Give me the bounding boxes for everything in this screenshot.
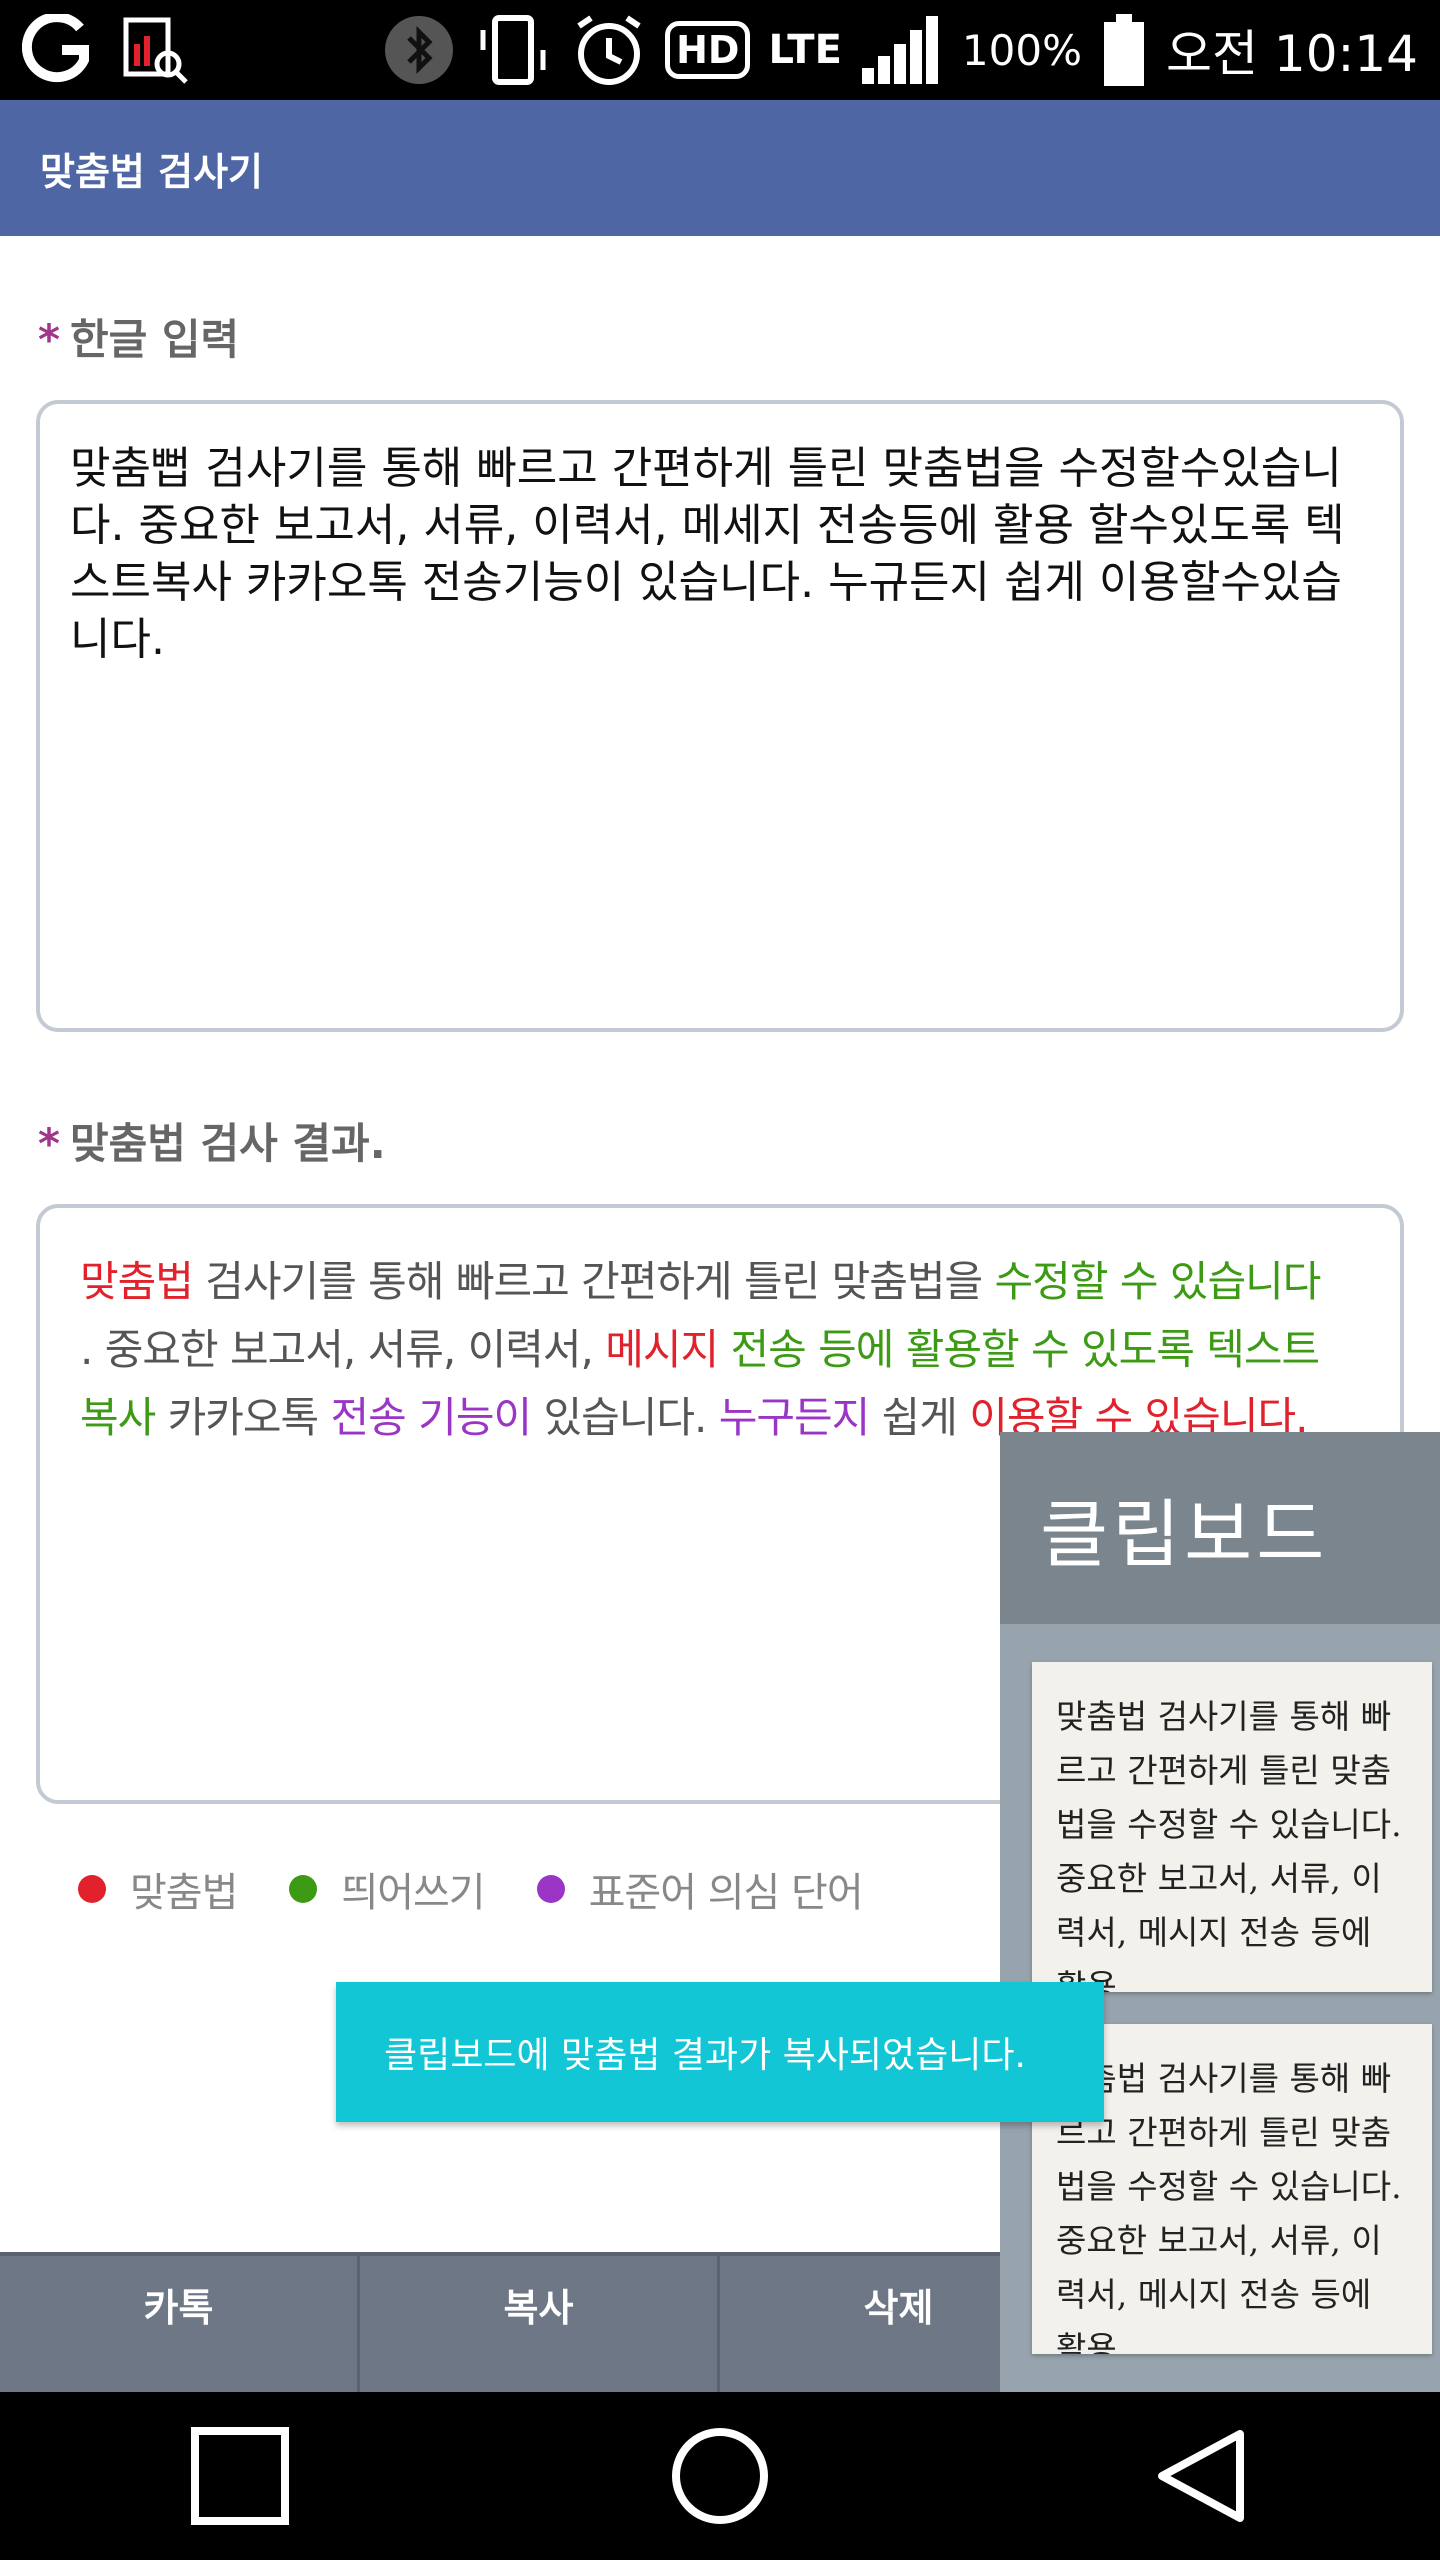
- result-segment-spelling: 맞춤법: [80, 1257, 194, 1306]
- clipboard-title: 클립보드: [1000, 1432, 1440, 1624]
- result-line-2: . 중요한 보고서, 서류, 이력서, 메시지 전송 등에 활용할 수 있도록 …: [80, 1316, 1400, 1384]
- legend-spelling: 맞춤법: [78, 1860, 238, 1918]
- copy-button[interactable]: 복사: [360, 2256, 720, 2392]
- result-segment-normal: [718, 1325, 730, 1374]
- korean-input-text[interactable]: 맞춤뻡 검사기를 통해 빠르고 간편하게 틀린 맞춤법을 수정할수있습니다. 중…: [40, 404, 1400, 668]
- required-star: *: [38, 1119, 60, 1168]
- recents-square-icon[interactable]: [190, 2426, 290, 2526]
- battery-icon: [1104, 14, 1144, 86]
- legend-standard: 표준어 의심 단어: [536, 1860, 864, 1918]
- result-segment-normal: 검사기를 통해 빠르고 간편하게 틀린 맞춤법을: [192, 1257, 995, 1306]
- result-segment-spacing: 복사: [80, 1393, 156, 1442]
- required-star: *: [38, 315, 60, 364]
- clipboard-item-1[interactable]: 맞춤법 검사기를 통해 빠르고 간편하게 틀린 맞춤법을 수정할 수 있습니다.…: [1032, 1662, 1432, 1992]
- battery-percent: 100%: [961, 25, 1082, 75]
- result-segment-normal: 카카오톡: [155, 1393, 331, 1442]
- result-segment-spelling: 메시지: [605, 1325, 719, 1374]
- alarm-icon: [577, 15, 641, 85]
- input-section-label: * 한글 입력: [38, 306, 239, 367]
- app-notification-icon: [123, 17, 188, 84]
- copied-toast: 클립보드에 맞춤법 결과가 복사되었습니다.: [336, 1982, 1104, 2122]
- carrier-icon: [22, 14, 89, 83]
- lte-icon: LTE: [768, 27, 842, 73]
- legend: 맞춤법 띄어쓰기 표준어 의심 단어: [78, 1860, 915, 1918]
- result-segment-normal: . 중요한 보고서, 서류, 이력서,: [80, 1325, 606, 1374]
- input-label-text: 한글 입력: [69, 315, 240, 364]
- kakao-send-button[interactable]: 카톡: [0, 2256, 360, 2392]
- result-segment-normal: 있습니다.: [531, 1393, 719, 1442]
- result-segment-spacing: 수정할 수 있습니다: [994, 1257, 1322, 1306]
- legend-spacing: 띄어쓰기: [289, 1860, 486, 1918]
- signal-icon: [861, 16, 938, 84]
- korean-input-box[interactable]: 맞춤뻡 검사기를 통해 빠르고 간편하게 틀린 맞춤법을 수정할수있습니다. 중…: [36, 400, 1404, 1032]
- app-title: 맞춤법 검사기: [40, 149, 263, 194]
- back-triangle-icon[interactable]: [1150, 2426, 1250, 2526]
- bluetooth-icon: [385, 16, 454, 84]
- legend-spelling-label: 맞춤법: [130, 1870, 238, 1916]
- result-segment-standard: 누구든지: [718, 1393, 871, 1442]
- vibrate-icon: [480, 15, 546, 85]
- result-text: 맞춤법 검사기를 통해 빠르고 간편하게 틀린 맞춤법을 수정할 수 있습니다 …: [40, 1208, 1400, 1452]
- purple-dot-icon: [536, 1875, 565, 1903]
- nav-bar: [0, 2392, 1440, 2560]
- result-segment-normal: 쉽게: [869, 1393, 970, 1442]
- home-circle-icon[interactable]: [670, 2426, 770, 2526]
- hd-icon: HD: [665, 21, 751, 79]
- result-line-1: 맞춤법 검사기를 통해 빠르고 간편하게 틀린 맞춤법을 수정할 수 있습니다: [80, 1248, 1400, 1316]
- app-bar: 맞춤법 검사기: [0, 100, 1440, 236]
- result-segment-standard: 전송 기능이: [330, 1393, 533, 1442]
- result-section-label: * 맞춤법 검사 결과.: [38, 1110, 386, 1171]
- green-dot-icon: [289, 1875, 318, 1903]
- legend-standard-label: 표준어 의심 단어: [588, 1870, 864, 1916]
- clipboard-panel: 클립보드 맞춤법 검사기를 통해 빠르고 간편하게 틀린 맞춤법을 수정할 수 …: [1000, 1432, 1440, 2392]
- status-bar: HD LTE 100% 오전 10:14: [0, 0, 1440, 100]
- result-segment-spacing: 전송 등에 활용할 수 있도록 텍스트: [730, 1325, 1320, 1374]
- clock: 오전 10:14: [1166, 25, 1418, 83]
- legend-spacing-label: 띄어쓰기: [341, 1870, 485, 1916]
- red-dot-icon: [78, 1875, 106, 1903]
- result-label-text: 맞춤법 검사 결과.: [69, 1119, 386, 1168]
